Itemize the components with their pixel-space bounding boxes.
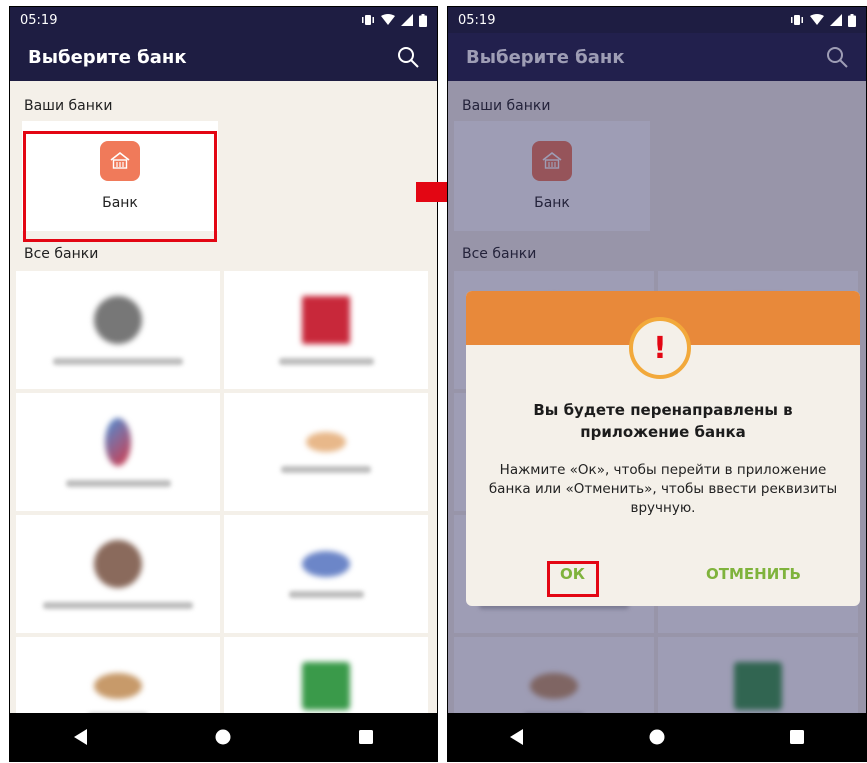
battery-icon <box>848 13 856 27</box>
blurred-bank-logo <box>105 417 131 466</box>
status-bar: 05:19 <box>448 7 866 33</box>
back-icon[interactable] <box>510 729 524 745</box>
home-icon[interactable] <box>215 729 231 745</box>
blurred-bank-logo <box>306 431 346 452</box>
blurred-bank-logo <box>94 295 142 344</box>
blurred-bank-logo <box>94 539 142 588</box>
status-bar: 05:19 <box>10 7 437 33</box>
section-all-banks: Все банки <box>24 246 99 262</box>
vibrate-icon <box>362 15 374 25</box>
status-time: 05:19 <box>20 12 58 28</box>
battery-icon <box>419 13 427 27</box>
blurred-bank-name <box>288 590 364 598</box>
back-icon[interactable] <box>73 729 88 745</box>
bank-grid-item[interactable] <box>16 393 220 511</box>
bank-grid <box>10 271 437 755</box>
blurred-bank-name <box>53 357 183 365</box>
blurred-bank-logo <box>302 550 350 577</box>
home-icon[interactable] <box>649 729 665 745</box>
recents-icon[interactable] <box>789 730 804 744</box>
blurred-bank-logo <box>302 295 350 344</box>
exclamation-icon: ! <box>629 317 691 379</box>
signal-icon <box>401 14 413 26</box>
dialog-title: Вы будете перенаправлены в приложение ба… <box>533 401 793 441</box>
bank-grid-item[interactable] <box>224 515 428 633</box>
blurred-bank-name <box>281 465 371 473</box>
blurred-bank-name <box>65 479 171 487</box>
dialog-message: Нажмите «Ок», чтобы перейти в приложение… <box>488 462 838 516</box>
signal-icon <box>830 14 842 26</box>
blurred-bank-name <box>43 601 193 609</box>
vibrate-icon <box>791 15 803 25</box>
blurred-bank-logo <box>94 672 142 699</box>
recents-icon[interactable] <box>359 730 374 744</box>
section-my-banks: Ваши банки <box>24 98 113 114</box>
bank-grid-item[interactable] <box>16 271 220 389</box>
android-nav-bar <box>448 713 866 761</box>
cancel-button[interactable]: ОТМЕНИТЬ <box>706 565 801 583</box>
app-bar: Выберите банк <box>10 33 437 81</box>
highlight-box-bank <box>23 131 217 242</box>
wifi-icon <box>381 14 395 25</box>
blurred-bank-logo <box>302 661 350 710</box>
bank-grid-item[interactable] <box>16 515 220 633</box>
search-icon[interactable] <box>397 46 419 68</box>
bank-grid-item[interactable] <box>224 393 428 511</box>
android-nav-bar <box>10 713 437 761</box>
phone-screen-left: 05:19 Выберите банк Ваши банки Банк Все … <box>9 6 438 762</box>
highlight-box-ok <box>547 561 599 597</box>
redirect-dialog: ! Вы будете перенаправлены в приложение … <box>466 291 860 606</box>
blurred-bank-name <box>278 357 374 365</box>
status-time: 05:19 <box>458 12 496 28</box>
phone-screen-right: 05:19 Выберите банк Ваши банки Банк Все … <box>447 6 867 762</box>
page-title: Выберите банк <box>28 46 187 68</box>
wifi-icon <box>810 14 824 25</box>
bank-grid-item[interactable] <box>224 271 428 389</box>
